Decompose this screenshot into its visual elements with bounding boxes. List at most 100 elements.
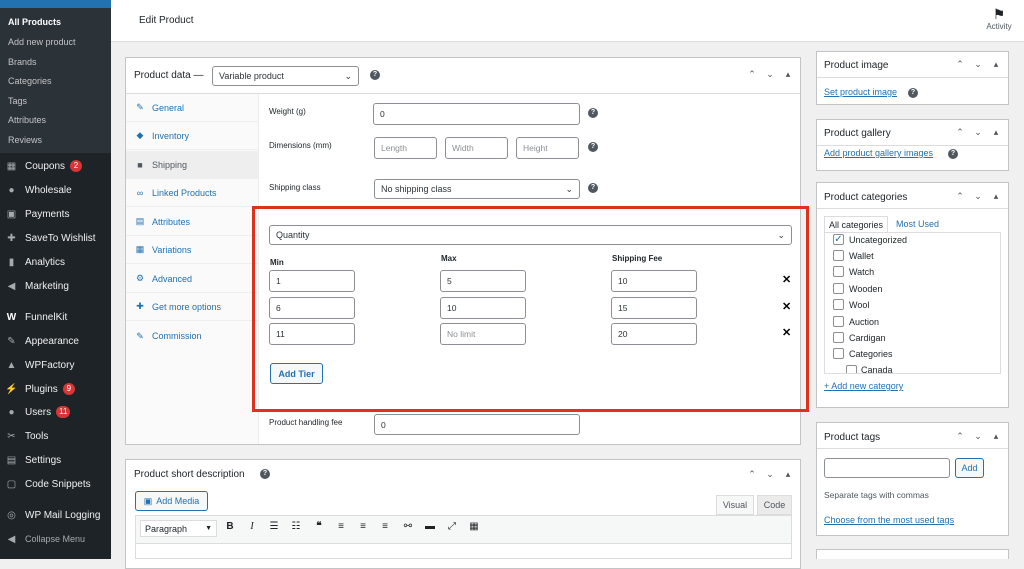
align-right-icon[interactable]: ≡ <box>379 521 391 532</box>
length-input[interactable]: Length <box>374 137 437 159</box>
height-input[interactable]: Height <box>516 137 579 159</box>
toggle-arrow-icon[interactable]: ▴ <box>782 469 794 480</box>
submenu-add-new[interactable]: Add new product <box>8 37 76 47</box>
toggle-arrow-icon[interactable]: ▴ <box>990 127 1002 138</box>
help-icon[interactable]: ? <box>260 469 270 479</box>
tab-code[interactable]: Code <box>757 495 792 515</box>
tab-variations[interactable]: ▦ Variations <box>126 236 259 264</box>
tab-attributes[interactable]: ▤ Attributes <box>126 208 259 236</box>
menu-settings[interactable]: ▤ Settings <box>0 449 111 471</box>
menu-users[interactable]: ● Users 11 <box>0 401 111 423</box>
tier-max-input[interactable]: 10 <box>440 297 526 319</box>
submenu-tags[interactable]: Tags <box>8 96 27 106</box>
submenu-attributes[interactable]: Attributes <box>8 115 46 125</box>
help-icon[interactable]: ? <box>588 108 598 118</box>
tier-min-input[interactable]: 1 <box>269 270 355 292</box>
tab-all-categories[interactable]: All categories <box>824 216 888 232</box>
category-checkbox[interactable] <box>833 332 844 343</box>
products-menu-header[interactable] <box>0 0 111 8</box>
toggle-arrow-icon[interactable]: ▴ <box>782 69 794 80</box>
add-gallery-link[interactable]: Add product gallery images <box>824 148 933 158</box>
toggle-arrow-icon[interactable]: ▴ <box>990 59 1002 70</box>
toggle-arrow-icon[interactable]: ▴ <box>990 191 1002 202</box>
tier-fee-input[interactable]: 20 <box>611 323 697 345</box>
menu-appearance[interactable]: ✎ Appearance <box>0 330 111 352</box>
tier-basis-select[interactable]: Quantity ⌄ <box>269 225 792 245</box>
tab-get-more-options[interactable]: ✚ Get more options <box>126 293 259 321</box>
chevron-up-icon[interactable]: ⌃ <box>746 69 758 80</box>
menu-marketing[interactable]: ◀ Marketing <box>0 275 111 297</box>
chevron-down-icon[interactable]: ⌄ <box>764 69 776 80</box>
category-checkbox[interactable] <box>846 365 857 373</box>
add-tier-button[interactable]: Add Tier <box>270 363 323 384</box>
submenu-reviews[interactable]: Reviews <box>8 135 42 145</box>
add-tag-button[interactable]: Add <box>955 458 984 478</box>
tab-shipping[interactable]: ■ Shipping <box>126 151 259 179</box>
handling-fee-input[interactable]: 0 <box>374 414 580 435</box>
align-left-icon[interactable]: ≡ <box>335 521 347 532</box>
remove-tier-icon[interactable]: ✕ <box>782 273 791 286</box>
set-product-image-link[interactable]: Set product image <box>824 87 897 97</box>
remove-tier-icon[interactable]: ✕ <box>782 300 791 313</box>
bullet-list-icon[interactable]: ☰ <box>268 521 280 532</box>
category-checkbox[interactable] <box>833 348 844 359</box>
menu-coupons[interactable]: ▦ Coupons 2 <box>0 155 111 177</box>
category-checkbox[interactable] <box>833 266 844 277</box>
fullscreen-icon[interactable]: ⤢ <box>446 521 458 532</box>
toggle-arrow-icon[interactable]: ▴ <box>990 431 1002 442</box>
help-icon[interactable]: ? <box>588 183 598 193</box>
tier-min-input[interactable]: 6 <box>269 297 355 319</box>
help-icon[interactable]: ? <box>370 70 380 80</box>
menu-payments[interactable]: ▣ Payments <box>0 203 111 225</box>
chevron-up-icon[interactable]: ⌃ <box>954 59 966 70</box>
menu-mail-logging[interactable]: ◎ WP Mail Logging <box>0 504 111 526</box>
tab-general[interactable]: ✎ General <box>126 94 259 122</box>
help-icon[interactable]: ? <box>948 149 958 159</box>
tier-min-input[interactable]: 11 <box>269 323 355 345</box>
menu-funnelkit[interactable]: W FunnelKit <box>0 306 111 328</box>
chevron-down-icon[interactable]: ⌄ <box>972 431 984 442</box>
tab-linked-products[interactable]: ∞ Linked Products <box>126 179 259 207</box>
bold-icon[interactable]: B <box>224 521 236 532</box>
tag-input[interactable] <box>824 458 950 478</box>
menu-plugins[interactable]: ⚡ Plugins 9 <box>0 378 111 400</box>
chevron-up-icon[interactable]: ⌃ <box>954 191 966 202</box>
tier-fee-input[interactable]: 15 <box>611 297 697 319</box>
category-checkbox[interactable] <box>833 299 844 310</box>
menu-analytics[interactable]: ▮ Analytics <box>0 251 111 273</box>
menu-wishlist[interactable]: ✚ SaveTo Wishlist <box>0 227 111 249</box>
category-checkbox[interactable] <box>833 283 844 294</box>
tier-max-input[interactable]: 5 <box>440 270 526 292</box>
submenu-brands[interactable]: Brands <box>8 57 37 67</box>
chevron-down-icon[interactable]: ⌄ <box>972 127 984 138</box>
shipping-class-select[interactable]: No shipping class ⌄ <box>374 179 580 199</box>
width-input[interactable]: Width <box>445 137 508 159</box>
chevron-up-icon[interactable]: ⌃ <box>954 127 966 138</box>
help-icon[interactable]: ? <box>908 88 918 98</box>
align-center-icon[interactable]: ≡ <box>357 521 369 532</box>
category-checkbox[interactable]: ✓ <box>833 234 844 245</box>
add-new-category-link[interactable]: + Add new category <box>824 381 903 391</box>
link-icon[interactable]: ⚯ <box>402 521 414 532</box>
menu-tools[interactable]: ✂ Tools <box>0 425 111 447</box>
chevron-up-icon[interactable]: ⌃ <box>954 431 966 442</box>
quote-icon[interactable]: ❝ <box>313 521 325 532</box>
tab-inventory[interactable]: ◆ Inventory <box>126 122 259 150</box>
menu-code-snippets[interactable]: ▢ Code Snippets <box>0 473 111 495</box>
category-checkbox[interactable] <box>833 250 844 261</box>
chevron-down-icon[interactable]: ⌄ <box>764 469 776 480</box>
read-more-icon[interactable]: ▬ <box>424 521 436 532</box>
italic-icon[interactable]: I <box>246 521 258 532</box>
editor-content[interactable] <box>135 543 792 559</box>
numbered-list-icon[interactable]: ☷ <box>290 521 302 532</box>
tab-visual[interactable]: Visual <box>716 495 754 515</box>
category-checkbox[interactable] <box>833 316 844 327</box>
choose-tags-link[interactable]: Choose from the most used tags <box>824 515 954 525</box>
weight-input[interactable]: 0 <box>373 103 580 125</box>
chevron-down-icon[interactable]: ⌄ <box>972 59 984 70</box>
chevron-up-icon[interactable]: ⌃ <box>746 469 758 480</box>
collapse-menu[interactable]: ◀ Collapse Menu <box>0 528 111 550</box>
toolbar-toggle-icon[interactable]: ▦ <box>468 521 480 532</box>
activity-button[interactable]: ⚑ Activity <box>982 6 1016 31</box>
tab-advanced[interactable]: ⚙ Advanced <box>126 265 259 293</box>
